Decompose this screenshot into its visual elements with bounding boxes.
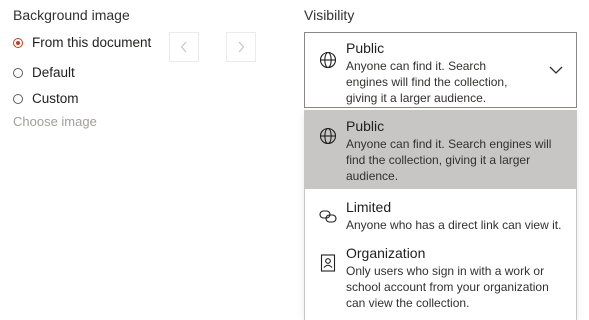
- link-icon: [319, 210, 337, 223]
- chevron-right-icon: [238, 41, 245, 53]
- visibility-options-list: Public Anyone can find it. Search engine…: [304, 110, 577, 320]
- background-image-heading: Background image: [13, 7, 130, 23]
- chevron-left-icon: [180, 41, 187, 53]
- dropdown-selected-title: Public: [346, 40, 385, 56]
- choose-image-link: Choose image: [13, 114, 97, 129]
- option-title: Limited: [346, 199, 392, 215]
- visibility-dropdown[interactable]: Public Anyone can find it. Search engine…: [304, 32, 577, 108]
- globe-icon: [319, 127, 337, 145]
- radio-button[interactable]: [13, 93, 23, 104]
- radio-default[interactable]: Default: [13, 65, 75, 80]
- radio-button[interactable]: [13, 67, 23, 78]
- contact-card-icon: [320, 254, 336, 272]
- radio-custom[interactable]: Custom: [13, 91, 79, 106]
- option-title: Public: [346, 118, 385, 134]
- radio-label: Custom: [32, 91, 79, 106]
- chevron-down-icon[interactable]: [549, 65, 563, 75]
- next-image-button[interactable]: [226, 32, 256, 62]
- option-organization[interactable]: Organization Only users who sign in with…: [305, 239, 576, 320]
- radio-button-checked[interactable]: [13, 37, 23, 48]
- globe-icon: [319, 51, 337, 69]
- option-description: Only users who sign in with a work or sc…: [346, 264, 549, 310]
- radio-from-this-document[interactable]: From this document: [13, 35, 151, 50]
- radio-label: Default: [32, 65, 75, 80]
- option-limited[interactable]: Limited Anyone who has a direct link can…: [305, 189, 576, 239]
- radio-label: From this document: [32, 35, 152, 50]
- option-public[interactable]: Public Anyone can find it. Search engine…: [305, 110, 576, 189]
- visibility-heading: Visibility: [304, 7, 355, 23]
- option-description: Anyone who has a direct link can view it…: [346, 218, 562, 232]
- option-description: Anyone can find it. Search engines will …: [346, 137, 552, 183]
- dropdown-selected-description: Anyone can find it. Search engines will …: [346, 59, 508, 105]
- option-title: Organization: [346, 245, 426, 261]
- previous-image-button[interactable]: [169, 32, 199, 62]
